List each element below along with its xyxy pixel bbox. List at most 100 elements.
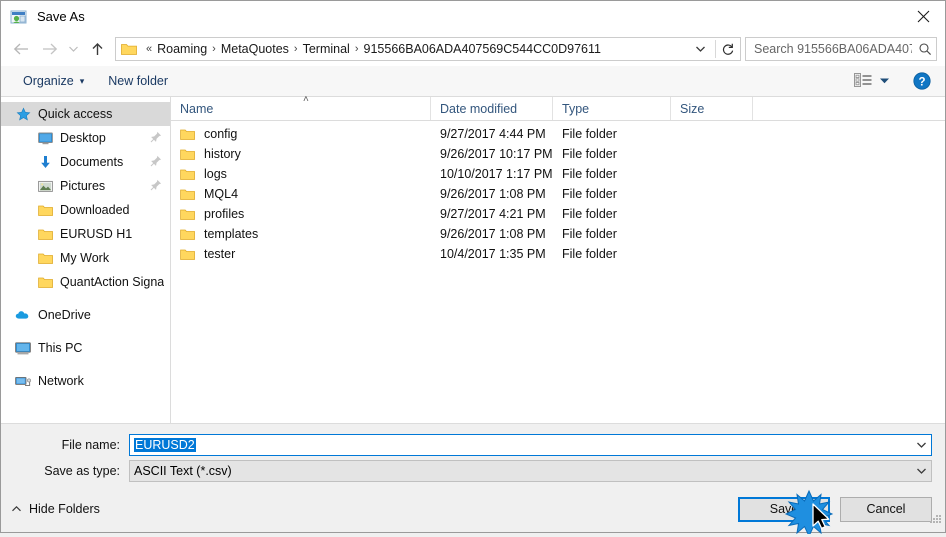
- refresh-icon[interactable]: [716, 38, 740, 60]
- table-row[interactable]: history 9/26/2017 10:17 PM File folder: [171, 144, 945, 164]
- sidebar-item-this-pc[interactable]: This PC: [1, 336, 170, 360]
- table-row[interactable]: templates 9/26/2017 1:08 PM File folder: [171, 224, 945, 244]
- table-row[interactable]: profiles 9/27/2017 4:21 PM File folder: [171, 204, 945, 224]
- table-row[interactable]: config 9/27/2017 4:44 PM File folder: [171, 124, 945, 144]
- column-header-label: Date modified: [440, 101, 518, 116]
- table-row[interactable]: logs 10/10/2017 1:17 PM File folder: [171, 164, 945, 184]
- column-header-date-modified[interactable]: Date modified: [431, 97, 553, 120]
- breadcrumb-separator[interactable]: ›: [355, 43, 359, 55]
- search-input[interactable]: [746, 42, 914, 56]
- breadcrumb-separator[interactable]: ›: [294, 43, 298, 55]
- metatrader-icon: [10, 8, 28, 26]
- search-icon: [914, 42, 936, 56]
- file-type-cell: File folder: [562, 127, 617, 141]
- window-title: Save As: [37, 9, 85, 24]
- organize-button[interactable]: Organize ▾: [15, 71, 92, 91]
- recent-locations-chevron-icon[interactable]: [63, 36, 83, 62]
- column-header-type[interactable]: Type: [553, 97, 671, 120]
- file-name-input[interactable]: EURUSD2: [129, 433, 932, 456]
- breadcrumb-item-terminal[interactable]: Terminal: [303, 42, 350, 56]
- sidebar-item-quantaction-signal[interactable]: QuantAction Signal: [1, 270, 170, 294]
- file-name-label: templates: [204, 227, 259, 241]
- file-name-label: MQL4: [204, 187, 239, 201]
- close-icon[interactable]: [901, 1, 945, 32]
- breadcrumb-item-terminal-id[interactable]: 915566BA06ADA407569C544CC0D97611: [364, 42, 601, 56]
- browser-area: Quick access Desktop Documents Pictures …: [1, 94, 945, 424]
- save-as-type-row: Save as type: ASCII Text (*.csv): [1, 459, 945, 482]
- folder-icon: [37, 226, 53, 242]
- sidebar-item-quick-access[interactable]: Quick access: [1, 102, 170, 126]
- pin-icon[interactable]: [150, 155, 164, 170]
- file-date-cell: 9/26/2017 1:08 PM: [440, 187, 546, 201]
- file-name-label: File name:: [61, 437, 120, 452]
- hide-folders-button[interactable]: Hide Folders: [11, 502, 100, 516]
- sidebar-item-desktop[interactable]: Desktop: [1, 126, 170, 150]
- sidebar-item-label: This PC: [38, 341, 83, 355]
- breadcrumb-item-roaming[interactable]: Roaming: [157, 42, 207, 56]
- save-button-label: Save: [769, 502, 799, 516]
- up-icon[interactable]: [83, 36, 111, 62]
- breadcrumb-separator[interactable]: ›: [212, 43, 216, 55]
- address-dropdown-icon[interactable]: [686, 45, 715, 53]
- folder-icon: [180, 188, 196, 201]
- table-row[interactable]: tester 10/4/2017 1:35 PM File folder: [171, 244, 945, 264]
- chevron-down-icon: [879, 74, 890, 88]
- column-header-name[interactable]: Name ˄: [171, 94, 431, 120]
- save-button[interactable]: Save: [738, 496, 830, 522]
- pin-icon[interactable]: [150, 179, 164, 194]
- sidebar-item-label: Pictures: [60, 179, 106, 193]
- sidebar-item-documents[interactable]: Documents: [1, 150, 170, 174]
- folder-icon: [180, 208, 196, 221]
- navigation-sidebar: Quick access Desktop Documents Pictures …: [1, 97, 171, 423]
- change-view-button[interactable]: [849, 70, 895, 93]
- file-type-cell: File folder: [562, 147, 617, 161]
- breadcrumb-item-metaquotes[interactable]: MetaQuotes: [221, 42, 289, 56]
- organize-label: Organize: [23, 74, 74, 88]
- sidebar-item-eurusd-h1[interactable]: EURUSD H1: [1, 222, 170, 246]
- file-name-label: profiles: [204, 207, 245, 221]
- cancel-button[interactable]: Cancel: [840, 496, 932, 522]
- sidebar-item-label: Network: [38, 374, 84, 388]
- sidebar-item-downloaded[interactable]: Downloaded: [1, 198, 170, 222]
- pictures-icon: [37, 178, 53, 194]
- file-type-cell: File folder: [562, 247, 617, 261]
- file-date-cell: 10/10/2017 1:17 PM: [440, 167, 553, 181]
- resize-grip[interactable]: [927, 512, 941, 529]
- sidebar-item-network[interactable]: Network: [1, 369, 170, 393]
- save-as-dialog: Save As « Roaming › MetaQuotes › Termina…: [0, 0, 946, 537]
- sidebar-item-my-work[interactable]: My Work: [1, 246, 170, 270]
- save-as-type-select[interactable]: ASCII Text (*.csv): [129, 459, 932, 482]
- address-bar[interactable]: « Roaming › MetaQuotes › Terminal › 9155…: [115, 37, 741, 61]
- save-as-type-label: Save as type:: [44, 463, 120, 478]
- column-header-label: Name: [180, 101, 214, 116]
- chevron-down-icon[interactable]: [911, 467, 931, 475]
- back-icon[interactable]: [7, 36, 35, 62]
- file-type-cell: File folder: [562, 167, 617, 181]
- file-type-cell: File folder: [562, 227, 617, 241]
- folder-icon: [180, 168, 196, 181]
- command-toolbar: Organize ▾ New folder ?: [1, 66, 945, 97]
- file-name-value-wrap: EURUSD2: [130, 437, 911, 452]
- search-box[interactable]: [745, 37, 937, 61]
- star-icon: [15, 106, 31, 122]
- column-header-label: Type: [562, 101, 590, 116]
- folder-icon: [180, 148, 196, 161]
- new-folder-button[interactable]: New folder: [100, 71, 176, 91]
- chevron-down-icon[interactable]: [911, 441, 931, 449]
- folder-icon: [180, 128, 196, 141]
- table-row[interactable]: MQL4 9/26/2017 1:08 PM File folder: [171, 184, 945, 204]
- forward-icon[interactable]: [35, 36, 63, 62]
- folder-icon: [37, 250, 53, 266]
- file-name-label: logs: [204, 167, 227, 181]
- file-date-cell: 10/4/2017 1:35 PM: [440, 247, 546, 261]
- file-name-cell: MQL4: [171, 187, 431, 201]
- sidebar-item-onedrive[interactable]: OneDrive: [1, 303, 170, 327]
- sidebar-item-label: EURUSD H1: [60, 227, 133, 241]
- pin-icon[interactable]: [150, 131, 164, 146]
- help-icon[interactable]: ?: [913, 72, 931, 90]
- sidebar-item-pictures[interactable]: Pictures: [1, 174, 170, 198]
- column-header-size[interactable]: Size: [671, 97, 753, 120]
